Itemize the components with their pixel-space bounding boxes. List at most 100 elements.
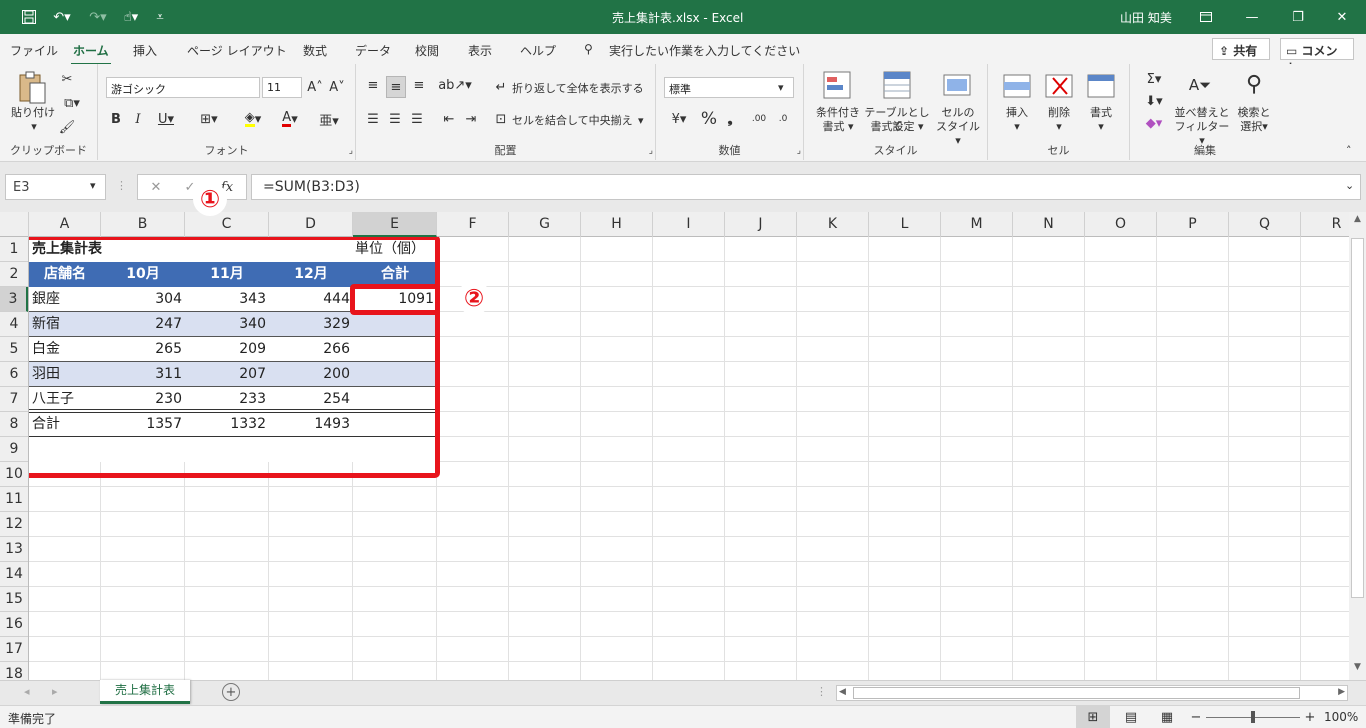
number-format-select[interactable]: 標準 [664,77,794,98]
bold-icon[interactable]: B [108,110,124,128]
tab-insert[interactable]: 挿入 [133,42,157,59]
decrease-font-icon[interactable]: A˅ [328,78,346,96]
row-header[interactable]: 13 [0,537,28,562]
font-dialog-launcher-icon[interactable]: ⌟ [349,144,353,158]
column-header-o[interactable]: O [1085,212,1157,237]
tab-data[interactable]: データ [355,42,391,59]
column-header-d[interactable]: D [269,212,353,237]
tab-split-icon[interactable]: ⋮ [816,685,827,699]
paste-dropdown-icon[interactable]: ▾ [28,120,40,134]
row-header[interactable]: 6 [0,362,28,387]
font-size-select[interactable]: 11 [262,77,302,98]
row-header[interactable]: 7 [0,387,28,412]
normal-view-icon[interactable]: ⊞ [1076,706,1110,728]
row-header[interactable]: 11 [0,487,28,512]
column-header-e[interactable]: E [353,212,437,237]
decrease-decimal-icon[interactable]: .0 [772,110,794,128]
minimize-icon[interactable]: — [1242,6,1262,28]
increase-font-icon[interactable]: A˄ [306,78,324,96]
tell-me-search[interactable]: 実行したい作業を入力してください [609,42,800,59]
cut-icon[interactable]: ✂ [58,70,76,88]
column-header-a[interactable]: A [29,212,101,237]
column-header-m[interactable]: M [941,212,1013,237]
increase-decimal-icon[interactable]: .00 [748,110,770,128]
column-header-k[interactable]: K [797,212,869,237]
borders-icon[interactable]: ⊞▾ [194,110,224,128]
row-header[interactable]: 18 [0,662,28,680]
wrap-text-button[interactable]: 折り返して全体を表示する [512,82,644,96]
column-header-b[interactable]: B [101,212,185,237]
tab-home[interactable]: ホーム [71,42,111,66]
zoom-level[interactable]: 100% [1324,710,1358,724]
align-left-icon[interactable]: ☰ [364,110,382,128]
clear-icon[interactable]: ◆▾ [1140,114,1168,132]
undo-icon[interactable]: ↶▾ [48,6,76,28]
scroll-down-icon[interactable]: ▼ [1351,662,1364,678]
scroll-right-icon[interactable]: ▶ [1338,687,1345,697]
merge-dropdown-icon[interactable]: ▾ [638,114,644,128]
vertical-scrollbar[interactable]: ▲ ▼ [1349,212,1366,680]
row-header[interactable]: 2 [0,262,28,287]
row-header[interactable]: 8 [0,412,28,437]
row-header[interactable]: 9 [0,437,28,462]
tell-me-search-icon[interactable]: ⚲ [584,42,593,56]
format-painter-icon[interactable]: 🖌 [58,118,76,136]
phonetic-icon[interactable]: 亜▾ [314,110,344,129]
font-family-select[interactable]: 游ゴシック [106,77,260,98]
row-header[interactable]: 17 [0,637,28,662]
customize-qat-icon[interactable]: ⩡ [152,6,168,28]
row-header[interactable]: 16 [0,612,28,637]
row-header[interactable]: 12 [0,512,28,537]
page-layout-view-icon[interactable]: ▤ [1120,706,1142,728]
increase-indent-icon[interactable]: ⇥ [462,110,480,128]
font-color-icon[interactable]: A ▾ [274,110,306,128]
column-header-c[interactable]: C [185,212,269,237]
paste-icon[interactable] [14,70,50,106]
formula-input[interactable]: =SUM(B3:D3) [251,174,1361,200]
merge-center-icon[interactable]: ⊡ [492,110,510,128]
touch-mode-icon[interactable]: ☝▾ [116,6,146,28]
zoom-slider-thumb[interactable] [1251,711,1255,723]
worksheet-grid[interactable]: 売上集計表 単位（個） 店舗名 10月 11月 12月 合計 銀座 304 34… [29,237,1349,680]
scroll-left-icon[interactable]: ◀ [839,687,846,697]
number-dialog-launcher-icon[interactable]: ⌟ [797,144,801,158]
save-icon[interactable] [18,6,40,28]
column-header-g[interactable]: G [509,212,581,237]
scroll-up-icon[interactable]: ▲ [1351,214,1364,230]
merge-center-button[interactable]: セルを結合して中央揃え [512,114,633,128]
column-header-n[interactable]: N [1013,212,1085,237]
comment-button[interactable]: ▭ コメント [1280,38,1354,75]
tab-view[interactable]: 表示 [468,42,492,59]
column-header-p[interactable]: P [1157,212,1229,237]
prev-sheet-icon[interactable]: ◂ [24,685,30,699]
underline-icon[interactable]: U▾ [152,110,180,128]
tab-review[interactable]: 校閲 [415,42,439,59]
ribbon-display-icon[interactable] [1196,6,1216,28]
column-header-j[interactable]: J [725,212,797,237]
column-header-h[interactable]: H [581,212,653,237]
autosum-icon[interactable]: Σ▾ [1140,70,1168,88]
bottom-align-icon[interactable]: ≡ [410,76,428,94]
row-header[interactable]: 15 [0,587,28,612]
wrap-text-icon[interactable]: ↵ [492,78,510,96]
comma-style-icon[interactable]: ❟ [722,110,738,128]
horizontal-scroll-thumb[interactable] [853,687,1300,699]
italic-icon[interactable]: I [130,110,146,128]
row-header-selected[interactable]: 3 [0,287,28,312]
sheet-tab-active[interactable]: 売上集計表 [100,680,190,704]
restore-icon[interactable]: ❐ [1288,6,1308,28]
column-header-i[interactable]: I [653,212,725,237]
horizontal-scrollbar[interactable]: ◀ ▶ [836,685,1348,701]
row-header[interactable]: 4 [0,312,28,337]
select-all-corner[interactable] [0,212,29,237]
tab-formulas[interactable]: 数式 [303,42,327,59]
percent-icon[interactable]: % [700,109,718,129]
close-icon[interactable]: ✕ [1332,6,1352,28]
tab-page-layout[interactable]: ページ レイアウト [187,42,287,59]
zoom-out-icon[interactable]: − [1188,706,1204,728]
tab-file[interactable]: ファイル [10,42,58,59]
top-align-icon[interactable]: ≡ [364,76,382,94]
fill-color-icon[interactable]: ◈ ▾ [236,110,270,128]
row-header[interactable]: 5 [0,337,28,362]
column-header-f[interactable]: F [437,212,509,237]
